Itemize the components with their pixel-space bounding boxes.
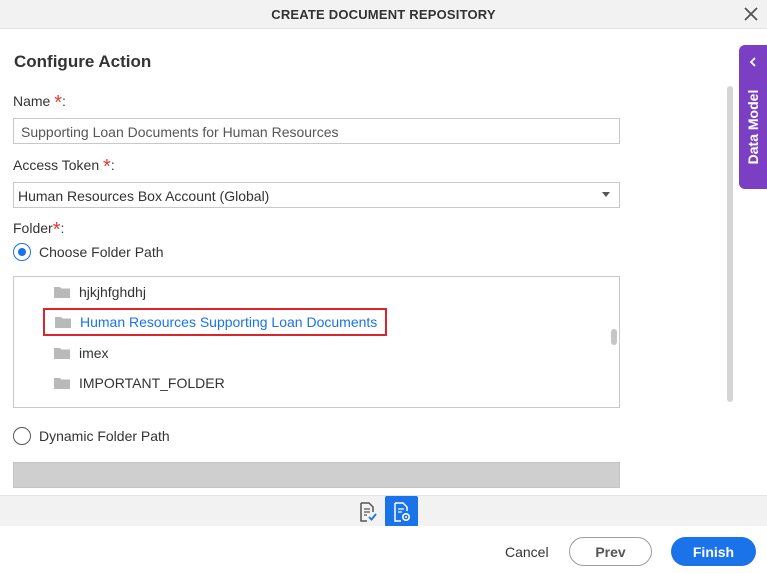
dialog-header: CREATE DOCUMENT REPOSITORY	[0, 0, 767, 29]
folder-tree[interactable]: hjkjhfghdhj Human Resources Supporting L…	[13, 276, 620, 408]
folder-icon	[55, 317, 71, 328]
document-check-icon	[359, 501, 377, 522]
required-mark: *	[103, 156, 111, 178]
dialog-footer: Cancel Prev Finish	[0, 526, 767, 573]
access-token-select[interactable]: Human Resources Box Account (Global)	[13, 182, 620, 208]
access-token-value: Human Resources Box Account (Global)	[18, 188, 270, 204]
tree-item[interactable]: imex	[54, 343, 109, 363]
required-mark: *	[54, 92, 63, 114]
folder-icon	[54, 287, 70, 298]
tree-scrollbar[interactable]	[611, 279, 617, 405]
choose-folder-path-radio[interactable]: Choose Folder Path	[13, 243, 164, 261]
radio-unchecked-icon[interactable]	[13, 427, 31, 445]
folder-label: Folder*:	[13, 219, 65, 241]
tree-scrollbar-thumb[interactable]	[611, 329, 617, 345]
dialog-title: CREATE DOCUMENT REPOSITORY	[271, 7, 496, 22]
name-input-value: Supporting Loan Documents for Human Reso…	[21, 124, 339, 140]
cancel-button[interactable]: Cancel	[505, 544, 549, 560]
dynamic-folder-path-radio[interactable]: Dynamic Folder Path	[13, 427, 170, 445]
dropdown-arrow-icon	[602, 192, 610, 197]
name-label: Name *:	[13, 92, 66, 114]
tree-item-label: IMPORTANT_FOLDER	[79, 375, 225, 391]
tree-item-selected[interactable]: Human Resources Supporting Loan Document…	[43, 308, 388, 336]
dialog-content: Configure Action Name *: Supporting Loan…	[0, 29, 767, 495]
prev-button[interactable]: Prev	[569, 537, 652, 566]
dynamic-folder-path-input	[13, 462, 620, 488]
dynamic-folder-path-label: Dynamic Folder Path	[39, 428, 170, 444]
tree-item[interactable]: IMPORTANT_FOLDER	[54, 373, 225, 393]
choose-folder-path-label: Choose Folder Path	[39, 244, 164, 260]
data-model-label: Data Model	[745, 89, 761, 165]
tree-item-label: Human Resources Supporting Loan Document…	[80, 314, 378, 330]
document-check-button[interactable]	[351, 496, 384, 527]
section-title: Configure Action	[14, 52, 152, 71]
data-model-tab[interactable]: Data Model	[739, 45, 767, 189]
content-scrollbar[interactable]	[727, 86, 733, 492]
close-icon[interactable]	[742, 5, 760, 23]
tree-item-label: hjkjhfghdhj	[79, 284, 146, 300]
chevron-left-icon	[749, 57, 756, 67]
document-settings-icon	[393, 501, 410, 522]
radio-checked-icon[interactable]	[13, 243, 31, 261]
folder-icon	[54, 348, 70, 359]
access-token-label: Access Token *:	[13, 156, 115, 178]
content-scrollbar-thumb[interactable]	[727, 86, 733, 402]
toolbar	[0, 495, 767, 527]
name-input[interactable]: Supporting Loan Documents for Human Reso…	[13, 118, 620, 144]
tree-item[interactable]: hjkjhfghdhj	[54, 282, 146, 302]
document-settings-button[interactable]	[385, 496, 418, 527]
tree-item-label: imex	[79, 345, 109, 361]
finish-button[interactable]: Finish	[671, 537, 756, 566]
folder-icon	[54, 378, 70, 389]
required-mark: *	[52, 219, 61, 241]
